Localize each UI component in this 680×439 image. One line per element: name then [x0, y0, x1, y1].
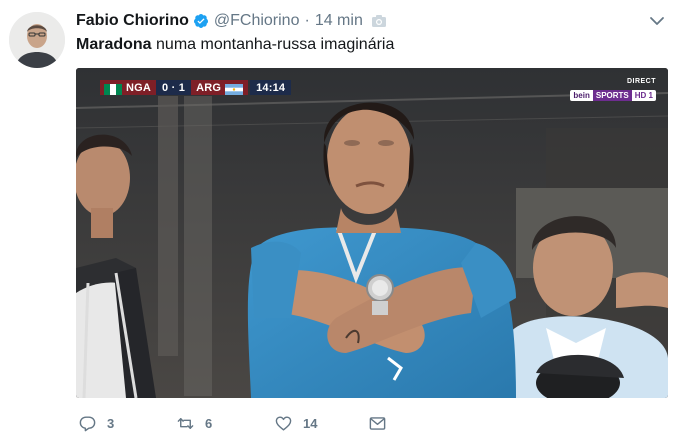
argentina-flag-icon	[225, 83, 244, 95]
retweet-count: 6	[205, 416, 213, 431]
like-count: 14	[303, 416, 318, 431]
reply-button[interactable]: 3	[78, 414, 176, 433]
media-scene	[76, 68, 668, 398]
live-label: DIRECT	[626, 78, 656, 85]
tweet-text-bold: Maradona	[76, 36, 152, 53]
team-b: ARG	[191, 80, 249, 95]
avatar[interactable]	[9, 12, 65, 68]
retweet-icon	[177, 418, 194, 429]
channel-logo: bein SPORTS HD 1	[570, 90, 656, 101]
display-name[interactable]: Fabio Chiorino	[76, 12, 189, 30]
verified-badge-icon	[193, 13, 209, 29]
logo-part-1: bein	[570, 90, 593, 101]
reply-count: 3	[107, 416, 115, 431]
team-b-label: ARG	[196, 82, 222, 94]
scorebug: NGA 0 · 1 ARG 14:14	[100, 80, 292, 95]
tweet-media[interactable]: NGA 0 · 1 ARG 14:14 DIRECT bein SPORTS H…	[76, 68, 668, 398]
reply-icon	[79, 416, 96, 432]
camera-icon	[371, 14, 387, 28]
logo-part-2: SPORTS	[592, 90, 632, 101]
heart-icon	[275, 416, 292, 431]
separator: ·	[304, 12, 310, 29]
tweet-header: Fabio Chiorino @FChiorino · 14 min	[76, 10, 664, 32]
tweet: Fabio Chiorino @FChiorino · 14 min Marad…	[0, 0, 680, 439]
like-button[interactable]: 14	[274, 414, 368, 433]
logo-part-3: HD 1	[631, 90, 656, 101]
retweet-button[interactable]: 6	[176, 414, 274, 433]
match-clock: 14:14	[250, 80, 292, 95]
direct-message-button[interactable]	[368, 414, 387, 433]
tweet-text-rest: numa montanha-russa imaginária	[151, 36, 395, 53]
nigeria-flag-icon	[104, 83, 122, 95]
score: 0 · 1	[156, 80, 192, 95]
tweet-text: Maradona numa montanha-russa imaginária	[76, 35, 394, 55]
timestamp[interactable]: 14 min	[315, 12, 363, 30]
chevron-down-icon[interactable]	[648, 12, 666, 30]
tweet-actions: 3 6 14	[78, 414, 387, 433]
team-a-label: NGA	[126, 82, 152, 94]
broadcaster-logo: DIRECT bein SPORTS HD 1	[570, 78, 656, 103]
envelope-icon	[369, 417, 386, 430]
handle[interactable]: @FChiorino	[214, 12, 300, 30]
team-a: NGA	[100, 80, 157, 95]
